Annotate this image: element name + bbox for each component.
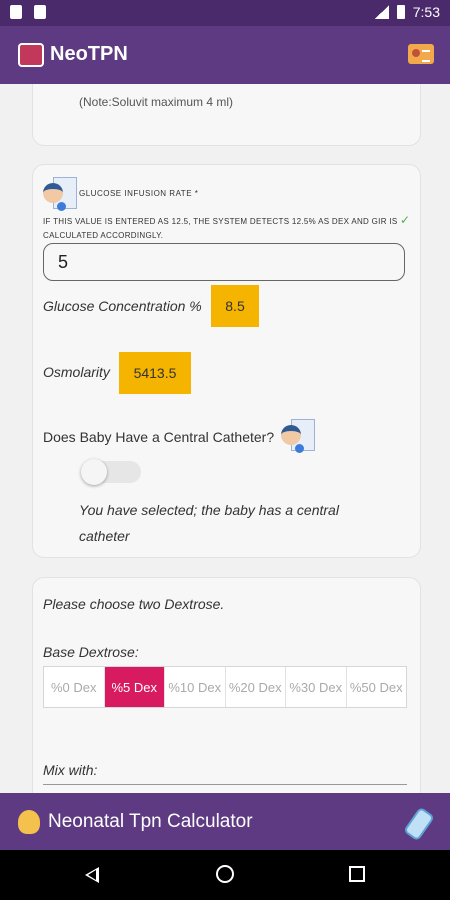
glucose-concentration-label: Glucose Concentration % — [43, 298, 202, 314]
profile-card-icon[interactable] — [408, 44, 434, 64]
system-nav-bar — [0, 850, 450, 900]
glucose-concentration-value: 8.5 — [211, 285, 259, 327]
baby-bottle-icon — [403, 806, 435, 842]
app-bar: NeoTPN — [0, 26, 450, 84]
gir-help-text: IF THIS VALUE IS ENTERED AS 12.5, THE SY… — [43, 217, 398, 240]
dextrose-instruction: Please choose two Dextrose. — [43, 596, 225, 612]
home-icon[interactable] — [216, 865, 234, 883]
dextrose-option[interactable]: %30 Dex — [286, 667, 347, 707]
dextrose-card: Please choose two Dextrose. Base Dextros… — [32, 577, 421, 793]
gir-label: GLUCOSE INFUSION RATE * — [79, 189, 199, 198]
soluvit-note: (Note:Soluvit maximum 4 ml) — [79, 95, 234, 109]
catheter-selection-text: You have selected; the baby has a centra… — [79, 502, 339, 544]
app-title: NeoTPN — [50, 43, 128, 65]
bottom-title: Neonatal Tpn Calculator — [48, 811, 253, 832]
vitamin-card: (Note:Soluvit maximum 4 ml) — [32, 84, 421, 146]
dextrose-option[interactable]: %50 Dex — [347, 667, 407, 707]
base-dextrose-selector: %0 Dex %5 Dex %10 Dex %20 Dex %30 Dex %50 Dex — [43, 666, 407, 708]
mix-with-divider — [43, 784, 407, 785]
gir-input[interactable]: 5 — [43, 243, 405, 281]
baby-icon — [18, 810, 40, 834]
dextrose-option[interactable]: %5 Dex — [104, 667, 165, 707]
bottom-bar: Neonatal Tpn Calculator — [0, 793, 450, 850]
toggle-knob — [81, 459, 107, 485]
doctor-info-icon — [281, 419, 315, 453]
recent-apps-icon[interactable] — [349, 866, 365, 882]
sd-card-icon — [10, 5, 22, 19]
signal-icon — [374, 5, 389, 19]
dextrose-option[interactable]: %0 Dex — [44, 667, 105, 707]
base-dextrose-label: Base Dextrose: — [43, 644, 139, 660]
osmolarity-label: Osmolarity — [43, 364, 110, 380]
dextrose-option[interactable]: %10 Dex — [165, 667, 226, 707]
back-icon[interactable] — [85, 867, 99, 883]
dextrose-option[interactable]: %20 Dex — [226, 667, 286, 707]
battery-icon — [396, 5, 405, 19]
mix-with-label: Mix with: — [43, 762, 98, 778]
status-bar: 7:53 — [0, 0, 450, 26]
android-icon — [34, 5, 46, 19]
check-icon: ✓ — [399, 213, 410, 227]
osmolarity-value: 5413.5 — [119, 352, 191, 394]
gir-card: GLUCOSE INFUSION RATE * IF THIS VALUE IS… — [32, 164, 421, 558]
main-content[interactable]: (Note:Soluvit maximum 4 ml) GLUCOSE INFU… — [0, 84, 450, 793]
status-time: 7:53 — [412, 4, 440, 20]
central-catheter-question: Does Baby Have a Central Catheter? — [43, 429, 275, 445]
central-catheter-toggle[interactable] — [81, 459, 141, 485]
doctor-info-icon — [43, 177, 77, 211]
neotpn-logo-icon — [18, 43, 44, 67]
